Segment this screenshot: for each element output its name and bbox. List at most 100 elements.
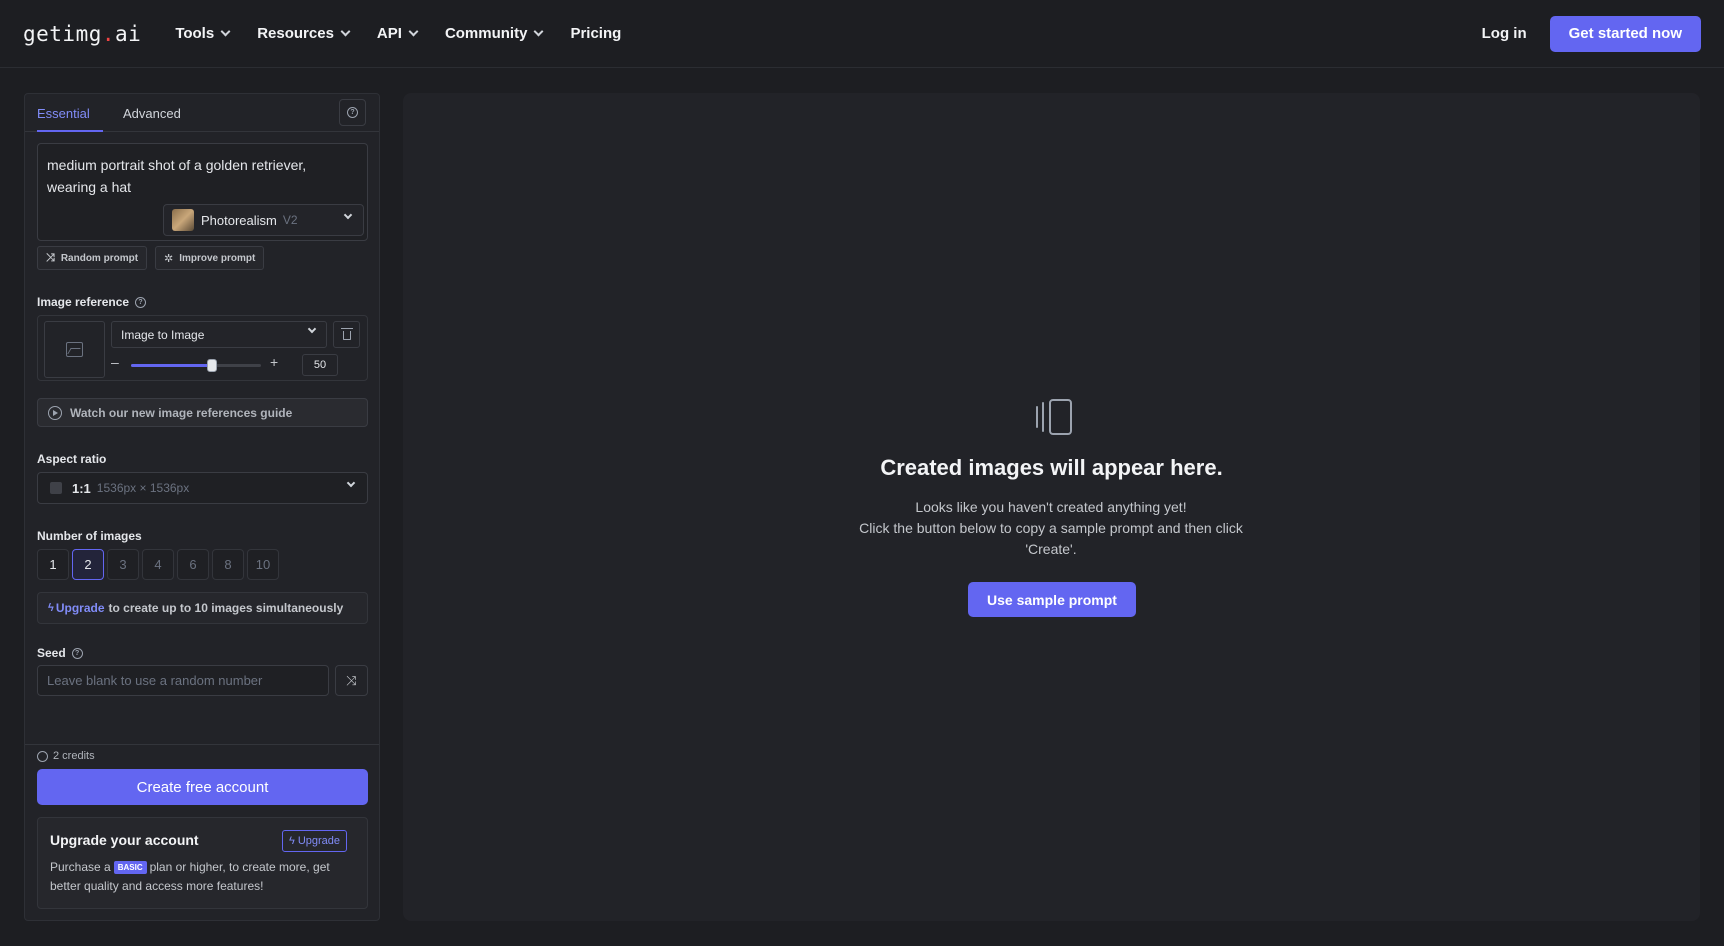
seed-label: Seed xyxy=(37,646,66,660)
trash-icon xyxy=(340,328,353,340)
nav-tools-label: Tools xyxy=(175,25,215,42)
bolt-icon: ϟ xyxy=(48,602,54,614)
bolt-icon: ϟ xyxy=(289,835,295,847)
remove-image-button[interactable] xyxy=(333,321,360,348)
nav-resources-label: Resources xyxy=(257,25,334,42)
upgrade-card-text: Purchase a BASIC plan or higher, to create… xyxy=(50,858,360,896)
logo-prefix: getimg xyxy=(23,21,102,46)
nav-community[interactable]: Community xyxy=(444,25,544,42)
upgrade-button[interactable]: ϟ Upgrade xyxy=(282,830,348,852)
chevron-down-icon xyxy=(533,26,544,37)
square-ratio-icon xyxy=(50,482,62,494)
random-prompt-button[interactable]: ⤨ Random prompt xyxy=(37,246,148,270)
strength-slider-fill xyxy=(131,364,212,367)
credits-indicator: 2 credits xyxy=(37,750,95,762)
empty-state-line: Click the button below to copy a sample … xyxy=(859,520,1243,557)
help-circle-icon: ? xyxy=(347,107,358,118)
info-icon[interactable]: ? xyxy=(71,647,83,659)
shuffle-icon: ⤨ xyxy=(346,672,357,688)
image-reference-box: Image to Image – + 50 xyxy=(37,315,368,381)
prompt-box[interactable]: medium portrait shot of a golden retriev… xyxy=(37,143,368,241)
panel-divider xyxy=(25,744,379,745)
nav-community-label: Community xyxy=(444,25,528,42)
aspect-ratio-label: Aspect ratio xyxy=(37,452,107,466)
chevron-down-icon xyxy=(307,324,317,334)
seed-input[interactable] xyxy=(37,665,329,696)
strength-slider[interactable] xyxy=(131,359,261,372)
nav-tools[interactable]: Tools xyxy=(175,25,231,42)
strength-decrease-button[interactable]: – xyxy=(111,354,119,370)
image-reference-heading: Image reference ? xyxy=(37,295,147,309)
upgrade-note-text: to create up to 10 images simultaneously xyxy=(108,601,344,615)
aspect-ratio-select[interactable]: 1:1 1536px × 1536px xyxy=(37,472,368,504)
credits-text: 2 credits xyxy=(53,750,95,762)
empty-state-line: Looks like you haven't created anything … xyxy=(915,499,1187,515)
active-tab-indicator xyxy=(37,130,103,132)
sparkle-icon: ✲ xyxy=(164,252,174,265)
strength-slider-thumb[interactable] xyxy=(206,359,217,372)
get-started-button[interactable]: Get started now xyxy=(1549,15,1701,52)
image-upload-dropzone[interactable] xyxy=(44,321,105,378)
nav-pricing[interactable]: Pricing xyxy=(570,25,621,42)
image-count-4[interactable]: 4 xyxy=(142,549,174,580)
upgrade-text-before: Purchase a xyxy=(50,860,111,874)
image-count-2[interactable]: 2 xyxy=(72,549,104,580)
coins-icon xyxy=(37,750,48,762)
results-area: Created images will appear here. Looks l… xyxy=(403,93,1700,921)
image-mode-value: Image to Image xyxy=(121,328,205,342)
upgrade-card-title: Upgrade your account xyxy=(50,832,199,848)
panel-tabs: Essential Advanced ? xyxy=(25,94,379,132)
shuffle-icon: ⤨ xyxy=(46,251,55,264)
nav-pricing-label: Pricing xyxy=(570,25,622,42)
upgrade-account-card: Upgrade your account ϟ Upgrade Purchase … xyxy=(37,817,368,909)
use-sample-prompt-button[interactable]: Use sample prompt xyxy=(968,582,1136,617)
image-count-1[interactable]: 1 xyxy=(37,549,69,580)
image-count-3[interactable]: 3 xyxy=(107,549,139,580)
aspect-ratio-heading: Aspect ratio xyxy=(37,452,106,466)
seed-heading: Seed ? xyxy=(37,646,83,660)
nav-api-label: API xyxy=(376,25,402,42)
image-count-10[interactable]: 10 xyxy=(247,549,279,580)
prompt-textarea[interactable]: medium portrait shot of a golden retriev… xyxy=(47,154,347,198)
image-mode-select[interactable]: Image to Image xyxy=(111,321,327,348)
strength-increase-button[interactable]: + xyxy=(270,354,278,370)
image-count-6[interactable]: 6 xyxy=(177,549,209,580)
image-stack-icon xyxy=(1036,399,1072,435)
strength-value-field[interactable]: 50 xyxy=(302,354,338,376)
main-nav: Tools Resources API Community Pricing xyxy=(175,25,621,42)
auth-actions: Log in Get started now xyxy=(1482,15,1701,52)
number-of-images-label: Number of images xyxy=(37,529,142,543)
chevron-down-icon xyxy=(343,210,353,220)
logo[interactable]: getimg.ai xyxy=(23,22,141,46)
play-icon xyxy=(48,405,62,420)
help-button[interactable]: ? xyxy=(339,99,366,126)
upgrade-link[interactable]: Upgrade xyxy=(56,601,105,615)
guide-label: Watch our new image references guide xyxy=(70,405,293,420)
model-select[interactable]: Photorealism V2 xyxy=(163,204,364,236)
nav-resources[interactable]: Resources xyxy=(257,25,351,42)
number-of-images-heading: Number of images xyxy=(37,529,142,543)
info-icon[interactable]: ? xyxy=(135,296,147,308)
image-reference-guide-button[interactable]: Watch our new image references guide xyxy=(37,398,368,427)
create-free-account-button[interactable]: Create free account xyxy=(37,769,368,805)
image-count-8[interactable]: 8 xyxy=(212,549,244,580)
upgrade-note: ϟ Upgrade to create up to 10 images simu… xyxy=(37,592,368,624)
chevron-down-icon xyxy=(408,26,419,37)
tab-advanced[interactable]: Advanced xyxy=(123,106,181,121)
top-nav-bar: getimg.ai Tools Resources API Community … xyxy=(0,0,1724,68)
aspect-ratio-dimensions: 1536px × 1536px xyxy=(96,481,190,495)
image-add-icon xyxy=(66,342,83,357)
tab-essential[interactable]: Essential xyxy=(37,106,90,121)
improve-prompt-button[interactable]: ✲ Improve prompt xyxy=(155,246,265,270)
improve-prompt-label: Improve prompt xyxy=(179,252,256,264)
model-name: Photorealism xyxy=(201,212,277,228)
nav-api[interactable]: API xyxy=(376,25,419,42)
login-link[interactable]: Log in xyxy=(1482,25,1527,42)
aspect-ratio-value: 1:1 xyxy=(72,480,91,496)
logo-suffix: ai xyxy=(115,21,142,46)
empty-state-description: Looks like you haven't created anything … xyxy=(851,497,1251,560)
empty-state-title: Created images will appear here. xyxy=(880,455,1223,480)
logo-dot: . xyxy=(101,21,116,46)
chevron-down-icon xyxy=(346,478,356,488)
randomize-seed-button[interactable]: ⤨ xyxy=(335,665,368,696)
